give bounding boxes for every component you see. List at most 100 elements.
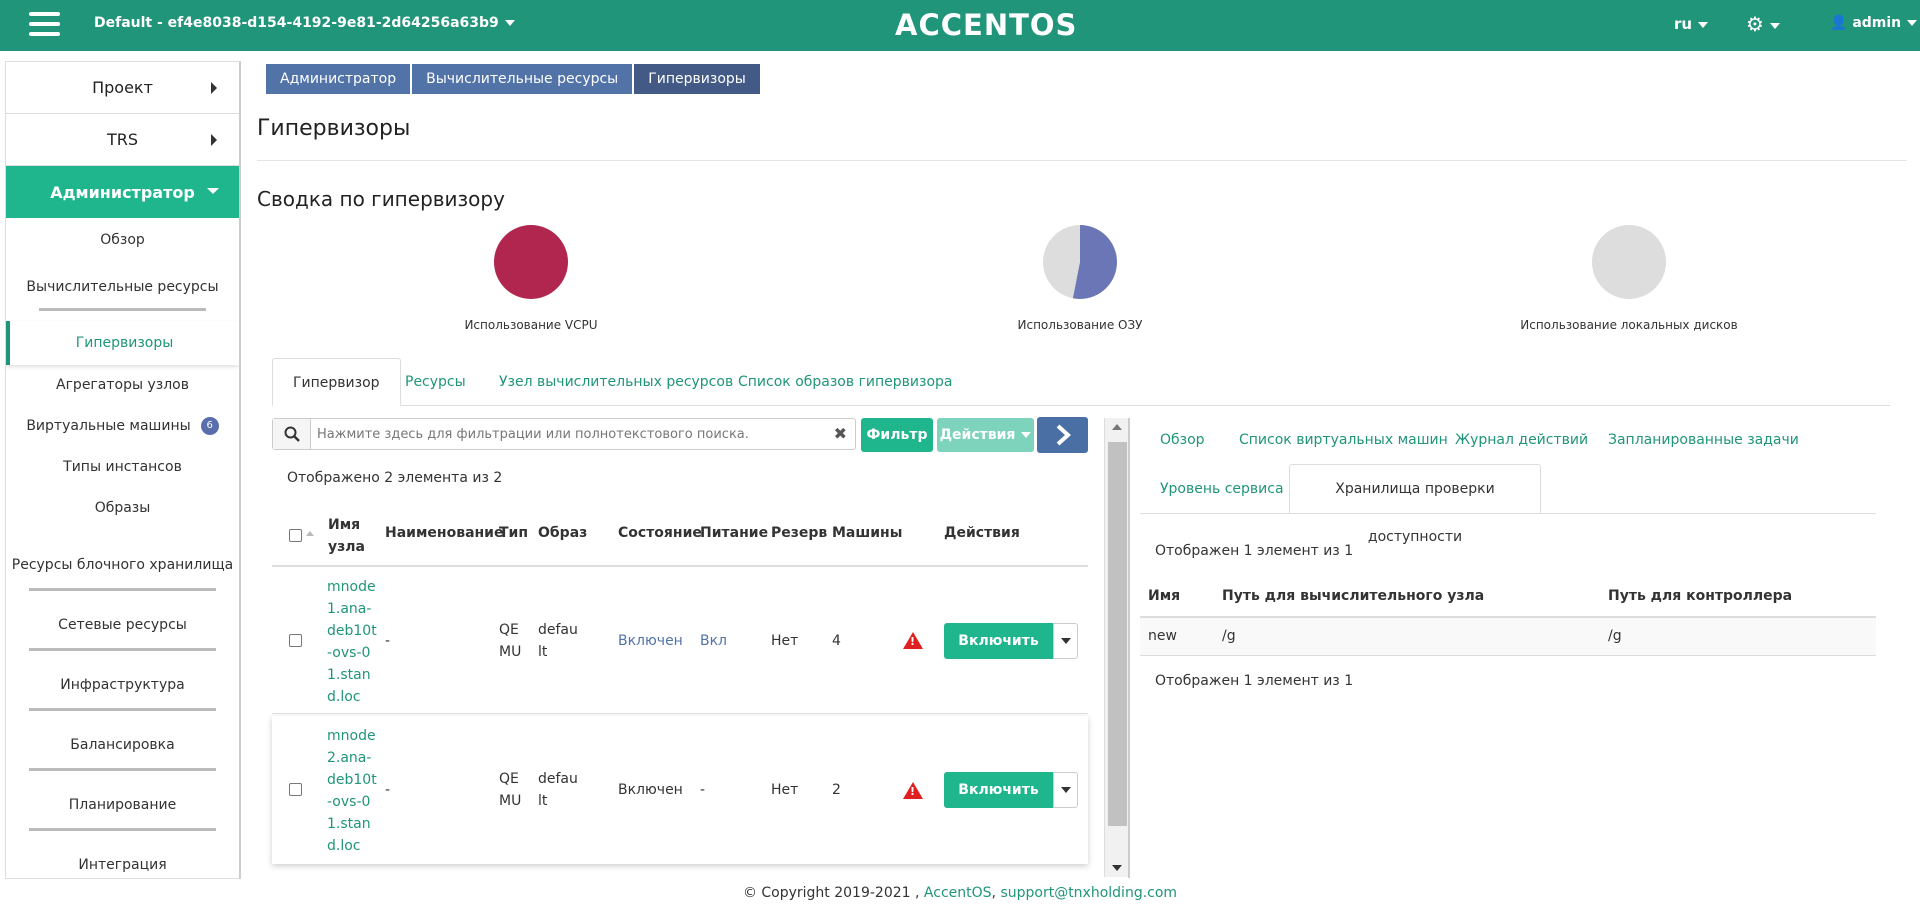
user-menu[interactable]: 👤 admin — [1830, 15, 1918, 31]
chevron-down-icon — [1060, 787, 1071, 793]
breadcrumb-compute[interactable]: Вычислительные ресурсы — [412, 64, 633, 94]
row-actions-dropdown[interactable] — [1053, 623, 1078, 659]
sidebar-item-trs[interactable]: TRS — [6, 114, 239, 166]
table-scrollbar[interactable] — [1104, 418, 1128, 877]
col-actions: Действия — [944, 525, 1020, 541]
sidebar-item-images[interactable]: Образы — [6, 488, 239, 529]
col-name[interactable]: Наименование — [385, 525, 504, 541]
sidebar-item-overview[interactable]: Обзор — [6, 218, 239, 263]
main-tabs: Гипервизор Ресурсы Узел вычислительных р… — [272, 358, 1890, 406]
sidebar-item-flavors[interactable]: Типы инстансов — [6, 447, 239, 488]
language-selector[interactable]: ru — [1674, 15, 1709, 33]
chevron-down-icon — [207, 188, 219, 194]
sidebar-section-integration[interactable]: Интеграция — [6, 837, 239, 878]
col-power[interactable]: Питание — [700, 525, 768, 541]
col-machines[interactable]: Машины — [832, 525, 902, 541]
summary-title: Сводка по гипервизору — [257, 187, 505, 211]
type-line: QE — [499, 622, 519, 638]
sidebar-item-label: Виртуальные машины — [26, 418, 191, 434]
power-link[interactable]: Вкл — [700, 630, 727, 652]
col-hostname[interactable]: Имя узла — [328, 514, 368, 558]
enable-ssh-button[interactable]: Включить SSH — [944, 623, 1053, 685]
support-email-link[interactable]: support@tnxholding.com — [1000, 885, 1177, 901]
col-image[interactable]: Образ — [538, 525, 587, 541]
actions-button[interactable]: Действия — [937, 418, 1034, 452]
sort-up-icon[interactable] — [306, 531, 314, 536]
sidebar-section-volumes[interactable]: Ресурсы блочного хранилища — [6, 537, 239, 597]
scroll-down-icon[interactable] — [1112, 865, 1122, 871]
hostname-line: 1.stan — [327, 816, 371, 832]
chevron-down-icon — [1021, 432, 1032, 438]
warning-icon[interactable]: ! — [903, 632, 923, 649]
rcol-controller-path: Путь для контроллера — [1608, 588, 1793, 604]
filter-button[interactable]: Фильтр — [861, 418, 933, 452]
actions-button-label: Действия — [939, 427, 1016, 443]
rtab-vm-list[interactable]: Список виртуальных машин — [1239, 432, 1448, 448]
warning-icon[interactable]: ! — [903, 782, 923, 799]
sidebar-section-planning[interactable]: Планирование — [6, 777, 239, 837]
hostname-link[interactable]: mnode 2.ana- deb10t -ovs-0 1.stan d.loc — [327, 725, 377, 857]
col-reserve[interactable]: Резерв — [771, 525, 827, 541]
sidebar-item-hypervisors[interactable]: Гипервизоры — [6, 321, 239, 365]
sidebar-item-admin[interactable]: Администратор — [6, 166, 239, 218]
select-all-checkbox[interactable] — [289, 529, 302, 542]
hostname-line: d.loc — [327, 838, 361, 854]
clear-icon[interactable]: ✖ — [834, 424, 847, 443]
brand-link[interactable]: AccentOS — [924, 885, 992, 901]
rtab-overview[interactable]: Обзор — [1160, 432, 1205, 448]
breadcrumb-admin[interactable]: Администратор — [266, 64, 411, 94]
disk-usage-pie — [1592, 225, 1666, 299]
search-icon[interactable] — [273, 419, 311, 449]
sidebar-item-aggregates[interactable]: Агрегаторы узлов — [6, 365, 239, 406]
row-actions-dropdown[interactable] — [1053, 772, 1078, 808]
scroll-thumb[interactable] — [1108, 442, 1127, 826]
next-button[interactable] — [1037, 417, 1088, 453]
table-header-divider — [272, 565, 1088, 567]
hostname-link[interactable]: mnode 1.ana- deb10t -ovs-0 1.stan d.loc — [327, 576, 377, 708]
rcol-name: Имя — [1148, 588, 1181, 604]
rtab-availability-storage[interactable]: Хранилища проверки доступности — [1289, 464, 1541, 545]
sidebar-section-infrastructure[interactable]: Инфраструктура — [6, 657, 239, 717]
footer: © Copyright 2019-2021 , AccentOS, suppor… — [0, 885, 1920, 901]
col-type[interactable]: Тип — [499, 525, 528, 541]
hamburger-menu-icon[interactable] — [29, 12, 60, 39]
image-line: lt — [538, 793, 548, 809]
state-link[interactable]: Включен — [618, 630, 683, 652]
hostname-line: -ovs-0 — [327, 645, 371, 661]
user-icon: 👤 — [1830, 15, 1848, 31]
chevron-right-icon — [1056, 424, 1071, 446]
row-checkbox[interactable] — [289, 783, 302, 796]
hostname-line: mnode — [327, 579, 376, 595]
sidebar-section-network[interactable]: Сетевые ресурсы — [6, 597, 239, 657]
rtab-service-level[interactable]: Уровень сервиса — [1160, 481, 1284, 497]
rtab-scheduled-tasks[interactable]: Запланированные задачи — [1608, 432, 1799, 448]
tab-hypervisor[interactable]: Гипервизор — [272, 358, 401, 406]
tab-compute-host[interactable]: Узел вычислительных ресурсов — [479, 358, 753, 406]
tab-hypervisor-images[interactable]: Список образов гипервизора — [718, 358, 973, 406]
storage-name: new — [1148, 628, 1177, 644]
machines-cell: 2 — [832, 782, 841, 798]
col-state[interactable]: Состояние — [618, 525, 702, 541]
type-line: MU — [499, 644, 522, 660]
ram-usage-pie — [1043, 225, 1117, 299]
image-line: defau — [538, 771, 578, 787]
divider — [257, 160, 1907, 161]
scroll-up-icon[interactable] — [1112, 424, 1122, 430]
type-cell: QE MU — [499, 768, 521, 812]
top-navbar: Default - ef4e8038-d154-4192-9e81-2d6425… — [0, 0, 1920, 51]
project-selector[interactable]: Default - ef4e8038-d154-4192-9e81-2d6425… — [94, 15, 515, 31]
sidebar-section-balancing[interactable]: Балансировка — [6, 717, 239, 777]
settings-menu[interactable]: ⚙ — [1746, 12, 1780, 36]
sidebar-item-project[interactable]: Проект — [6, 62, 239, 114]
row-checkbox[interactable] — [289, 634, 302, 647]
enable-ssh-button[interactable]: Включить SSH — [944, 772, 1053, 834]
sidebar-item-compute[interactable]: Вычислительные ресурсы — [6, 263, 239, 313]
search-input[interactable] — [317, 419, 817, 449]
rtab-action-log[interactable]: Журнал действий — [1455, 432, 1588, 448]
user-name: admin — [1852, 15, 1902, 31]
hostname-line: 2.ana- — [327, 750, 372, 766]
image-line: lt — [538, 644, 548, 660]
sidebar-item-instances[interactable]: Виртуальные машины 6 — [6, 406, 239, 447]
vm-count-badge: 6 — [200, 417, 219, 435]
tab-resources[interactable]: Ресурсы — [385, 358, 486, 406]
